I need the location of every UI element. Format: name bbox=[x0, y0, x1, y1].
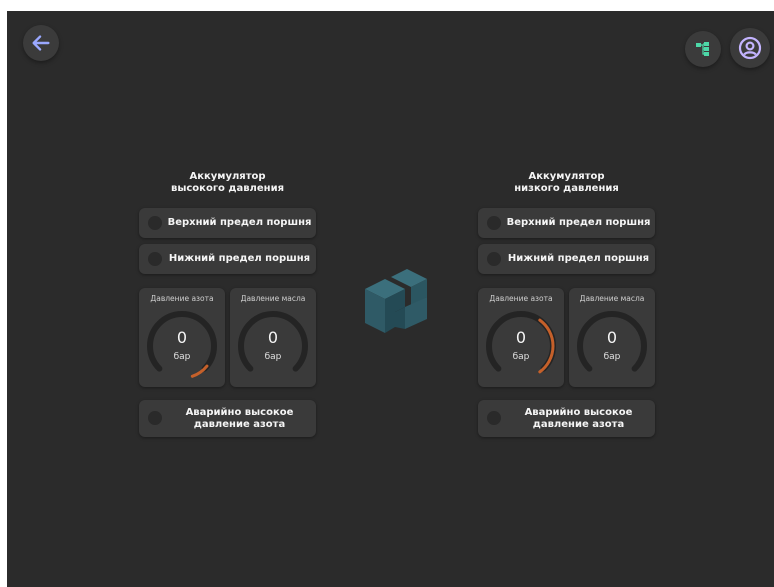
lower-limit-indicator: Нижний предел поршня bbox=[139, 244, 316, 274]
gauge-label: Давление азота bbox=[489, 294, 553, 303]
nitrogen-alarm-indicator: Аварийно высокое давление азота bbox=[478, 400, 655, 437]
nitrogen-pressure-gauge: Давление азота 0 бар bbox=[478, 288, 564, 387]
indicator-label: Верхний предел поршня bbox=[167, 217, 312, 228]
alarm-line: Аварийно высокое bbox=[524, 406, 633, 418]
lower-limit-indicator: Нижний предел поршня bbox=[478, 244, 655, 274]
gauge-unit: бар bbox=[264, 352, 282, 362]
gauge-label: Давление масла bbox=[579, 294, 645, 303]
gauge-unit: бар bbox=[512, 352, 530, 362]
status-led bbox=[148, 252, 162, 266]
status-led bbox=[148, 216, 162, 230]
hierarchy-button[interactable] bbox=[685, 31, 721, 67]
nitrogen-alarm-indicator: Аварийно высокое давление азота bbox=[139, 400, 316, 437]
user-circle-icon bbox=[738, 36, 762, 60]
title-line: низкого давления bbox=[514, 183, 619, 194]
title-line: Аккумулятор bbox=[189, 171, 266, 182]
gauge-label: Давление масла bbox=[240, 294, 306, 303]
indicator-label: Нижний предел поршня bbox=[507, 253, 650, 264]
gauge-unit: бар bbox=[603, 352, 621, 362]
gauge-value: 0 bbox=[176, 328, 188, 347]
status-led bbox=[487, 411, 501, 425]
alarm-line: давление азота bbox=[193, 418, 286, 430]
alarm-line: давление азота bbox=[532, 418, 625, 430]
status-led bbox=[487, 216, 501, 230]
indicator-label: Аварийно высокое давление азота bbox=[163, 400, 316, 437]
company-logo bbox=[365, 269, 427, 333]
panel-title: Аккумулятор низкого давления bbox=[478, 171, 655, 195]
gauge-value: 0 bbox=[515, 328, 527, 347]
hierarchy-icon bbox=[696, 42, 709, 56]
title-line: Аккумулятор bbox=[528, 171, 605, 182]
status-led bbox=[487, 252, 501, 266]
indicator-label: Нижний предел поршня bbox=[168, 253, 311, 264]
low-pressure-panel: Аккумулятор низкого давления Верхний пре… bbox=[478, 171, 655, 437]
oil-pressure-gauge: Давление масла 0 бар bbox=[569, 288, 655, 387]
upper-limit-indicator: Верхний предел поршня bbox=[139, 208, 316, 238]
alarm-line: Аварийно высокое bbox=[185, 406, 294, 418]
nitrogen-pressure-gauge: Давление азота 0 бар bbox=[139, 288, 225, 387]
main-screen: Аккумулятор высокого давления Верхний пр… bbox=[7, 11, 774, 587]
arrow-left-icon bbox=[32, 35, 50, 51]
status-led bbox=[148, 411, 162, 425]
high-pressure-panel: Аккумулятор высокого давления Верхний пр… bbox=[139, 171, 316, 437]
indicator-label: Аварийно высокое давление азота bbox=[502, 400, 655, 437]
back-button[interactable] bbox=[23, 25, 59, 61]
gauge-label: Давление азота bbox=[150, 294, 214, 303]
upper-limit-indicator: Верхний предел поршня bbox=[478, 208, 655, 238]
oil-pressure-gauge: Давление масла 0 бар bbox=[230, 288, 316, 387]
gauge-value: 0 bbox=[606, 328, 618, 347]
gauge-value: 0 bbox=[267, 328, 279, 347]
title-line: высокого давления bbox=[171, 183, 284, 194]
panel-title: Аккумулятор высокого давления bbox=[139, 171, 316, 195]
gauge-unit: бар bbox=[173, 352, 191, 362]
user-button[interactable] bbox=[730, 28, 770, 68]
indicator-label: Верхний предел поршня bbox=[506, 217, 651, 228]
